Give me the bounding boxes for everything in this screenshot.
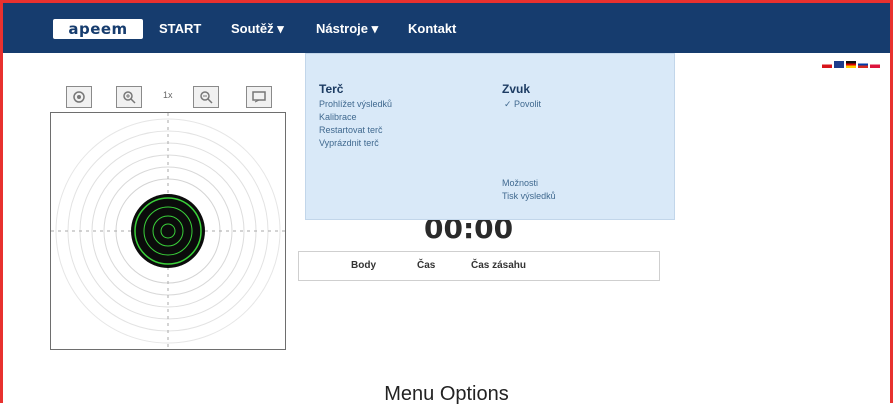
top-navbar: apeem START Soutěž ▾ Nástroje ▾ Kontakt bbox=[3, 3, 890, 53]
zoom-in-icon bbox=[123, 91, 136, 104]
flag-cz-icon[interactable] bbox=[822, 61, 832, 68]
flag-gb-icon[interactable] bbox=[834, 61, 844, 68]
zoom-out-button[interactable] bbox=[193, 86, 219, 108]
nav-contact[interactable]: Kontakt bbox=[408, 19, 456, 39]
col-time: Čas bbox=[417, 260, 436, 271]
menu-item-enable-sound[interactable]: ✓ Povolit bbox=[504, 99, 541, 110]
col-hit-time: Čas zásahu bbox=[471, 260, 527, 271]
comment-icon bbox=[252, 91, 266, 103]
nav-tools[interactable]: Nástroje ▾ bbox=[316, 19, 378, 39]
tools-dropdown-menu: Terč Prohlížet výsledků Kalibrace Restar… bbox=[305, 53, 675, 220]
language-flags bbox=[822, 61, 880, 69]
nav-competition[interactable]: Soutěž ▾ bbox=[231, 19, 284, 39]
menu-item-restart-target[interactable]: Restartovat terč bbox=[319, 125, 383, 135]
zoom-level: 1x bbox=[163, 90, 173, 100]
flag-de-icon[interactable] bbox=[846, 61, 856, 68]
zoom-out-icon bbox=[200, 91, 213, 104]
zoom-in-button[interactable] bbox=[116, 86, 142, 108]
nav-start[interactable]: START bbox=[159, 19, 201, 39]
menu-heading-target: Terč bbox=[319, 82, 344, 96]
target-view-icon bbox=[73, 91, 85, 103]
col-points: Body bbox=[351, 260, 376, 271]
flag-ru-icon[interactable] bbox=[858, 61, 868, 68]
target-view-button[interactable] bbox=[66, 86, 92, 108]
results-table-header: Body Čas Čas zásahu bbox=[298, 251, 660, 281]
menu-heading-sound: Zvuk bbox=[502, 82, 531, 96]
shooting-target[interactable] bbox=[50, 112, 286, 350]
menu-item-options[interactable]: Možnosti bbox=[502, 178, 538, 188]
flag-pl-icon[interactable] bbox=[870, 61, 880, 68]
menu-item-clear-target[interactable]: Vyprázdnit terč bbox=[319, 138, 379, 148]
brand-logo[interactable]: apeem bbox=[53, 19, 143, 39]
comment-button[interactable] bbox=[246, 86, 272, 108]
menu-item-view-results[interactable]: Prohlížet výsledků bbox=[319, 99, 392, 109]
menu-item-print-results[interactable]: Tisk výsledků bbox=[502, 191, 556, 201]
figure-caption: Menu Options bbox=[384, 383, 509, 405]
menu-item-calibration[interactable]: Kalibrace bbox=[319, 112, 357, 122]
target-rings-icon bbox=[51, 113, 285, 349]
